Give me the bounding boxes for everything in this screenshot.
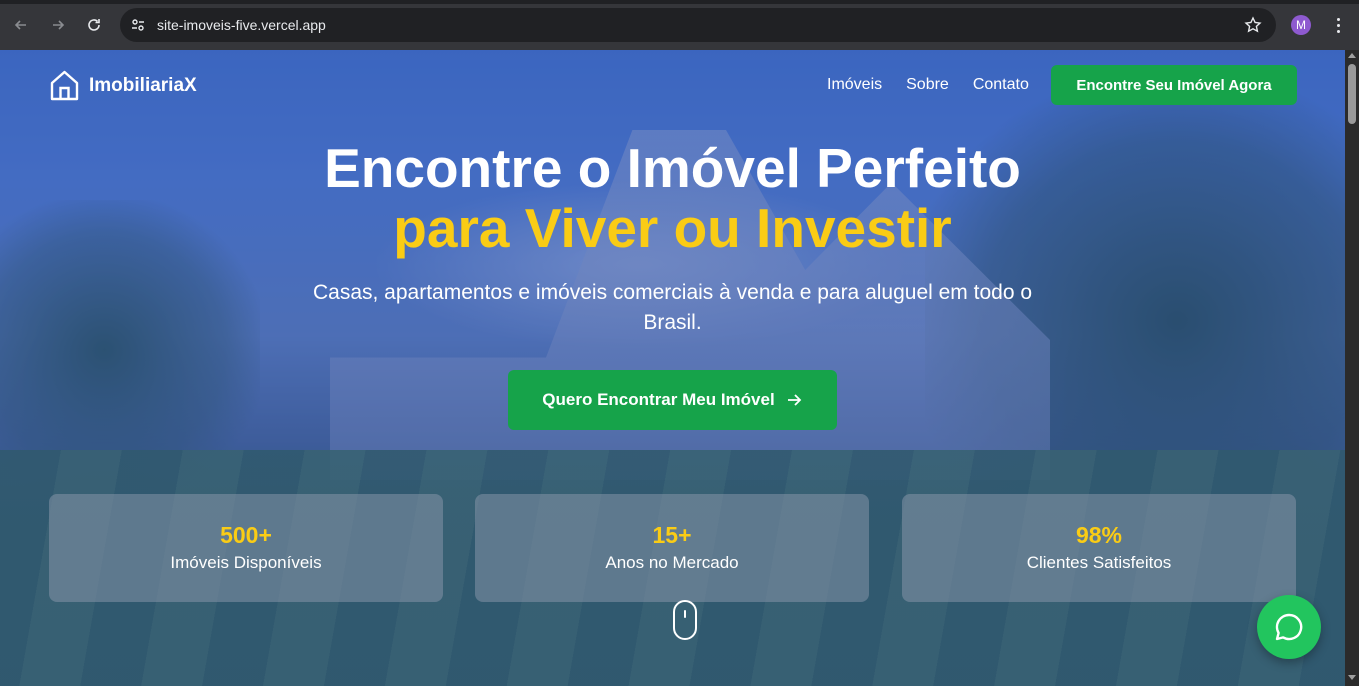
tab-strip — [0, 0, 1359, 4]
nav-link-imoveis[interactable]: Imóveis — [827, 76, 882, 94]
back-button[interactable] — [6, 10, 36, 40]
scroll-mouse-icon[interactable] — [673, 600, 697, 640]
forward-button[interactable] — [43, 10, 73, 40]
hero-title-line2: para Viver ou Investir — [393, 197, 952, 259]
main-nav: Imóveis Sobre Contato — [827, 76, 1029, 94]
hero-title: Encontre o Imóvel Perfeito para Viver ou… — [0, 138, 1345, 258]
stat-value: 500+ — [220, 522, 272, 548]
stat-value: 98% — [1075, 522, 1123, 548]
forward-icon — [53, 20, 65, 30]
nav-link-contato[interactable]: Contato — [973, 76, 1029, 94]
stat-label: Imóveis Disponíveis — [170, 553, 322, 572]
stat-card: 15+ Anos no Mercado — [475, 494, 869, 602]
stat-card: 500+ Imóveis Disponíveis — [49, 494, 443, 602]
bookmark-star-icon[interactable] — [1244, 16, 1262, 34]
house-icon — [50, 70, 79, 101]
page-viewport: ImobiliariaX Imóveis Sobre Contato Encon… — [0, 50, 1345, 686]
brand-logo[interactable]: ImobiliariaX — [50, 70, 197, 101]
menu-icon[interactable] — [1330, 13, 1346, 37]
back-icon — [14, 20, 26, 30]
nav-cta-button[interactable]: Encontre Seu Imóvel Agora — [1051, 65, 1297, 105]
address-bar[interactable]: site-imoveis-five.vercel.app — [120, 8, 1276, 42]
site-settings-icon[interactable] — [130, 17, 146, 33]
hero-cta-label: Quero Encontrar Meu Imóvel — [542, 390, 775, 409]
whatsapp-button[interactable] — [1257, 595, 1321, 659]
browser-toolbar: site-imoveis-five.vercel.app M — [0, 0, 1359, 50]
hero-cta-button[interactable]: Quero Encontrar Meu Imóvel — [508, 370, 837, 430]
scroll-up-arrow[interactable] — [1348, 53, 1356, 58]
reload-button[interactable] — [79, 10, 109, 40]
stat-label: Anos no Mercado — [605, 553, 739, 572]
url-text[interactable]: site-imoveis-five.vercel.app — [157, 17, 326, 33]
chat-bubble-icon — [1275, 613, 1303, 641]
profile-avatar[interactable]: M — [1291, 15, 1311, 35]
page-scrollbar[interactable] — [1345, 50, 1359, 686]
stat-card: 98% Clientes Satisfeitos — [902, 494, 1296, 602]
hero-subtitle: Casas, apartamentos e imóveis comerciais… — [312, 281, 1033, 334]
scroll-down-arrow[interactable] — [1348, 675, 1356, 680]
stat-label: Clientes Satisfeitos — [1026, 553, 1172, 572]
arrow-right-icon — [787, 394, 801, 406]
nav-link-sobre[interactable]: Sobre — [906, 76, 949, 94]
hero-title-line1: Encontre o Imóvel Perfeito — [324, 137, 1021, 199]
stat-value: 15+ — [652, 522, 692, 548]
brand-name: ImobiliariaX — [89, 74, 197, 96]
reload-icon — [88, 19, 100, 31]
scrollbar-thumb[interactable] — [1348, 64, 1356, 124]
